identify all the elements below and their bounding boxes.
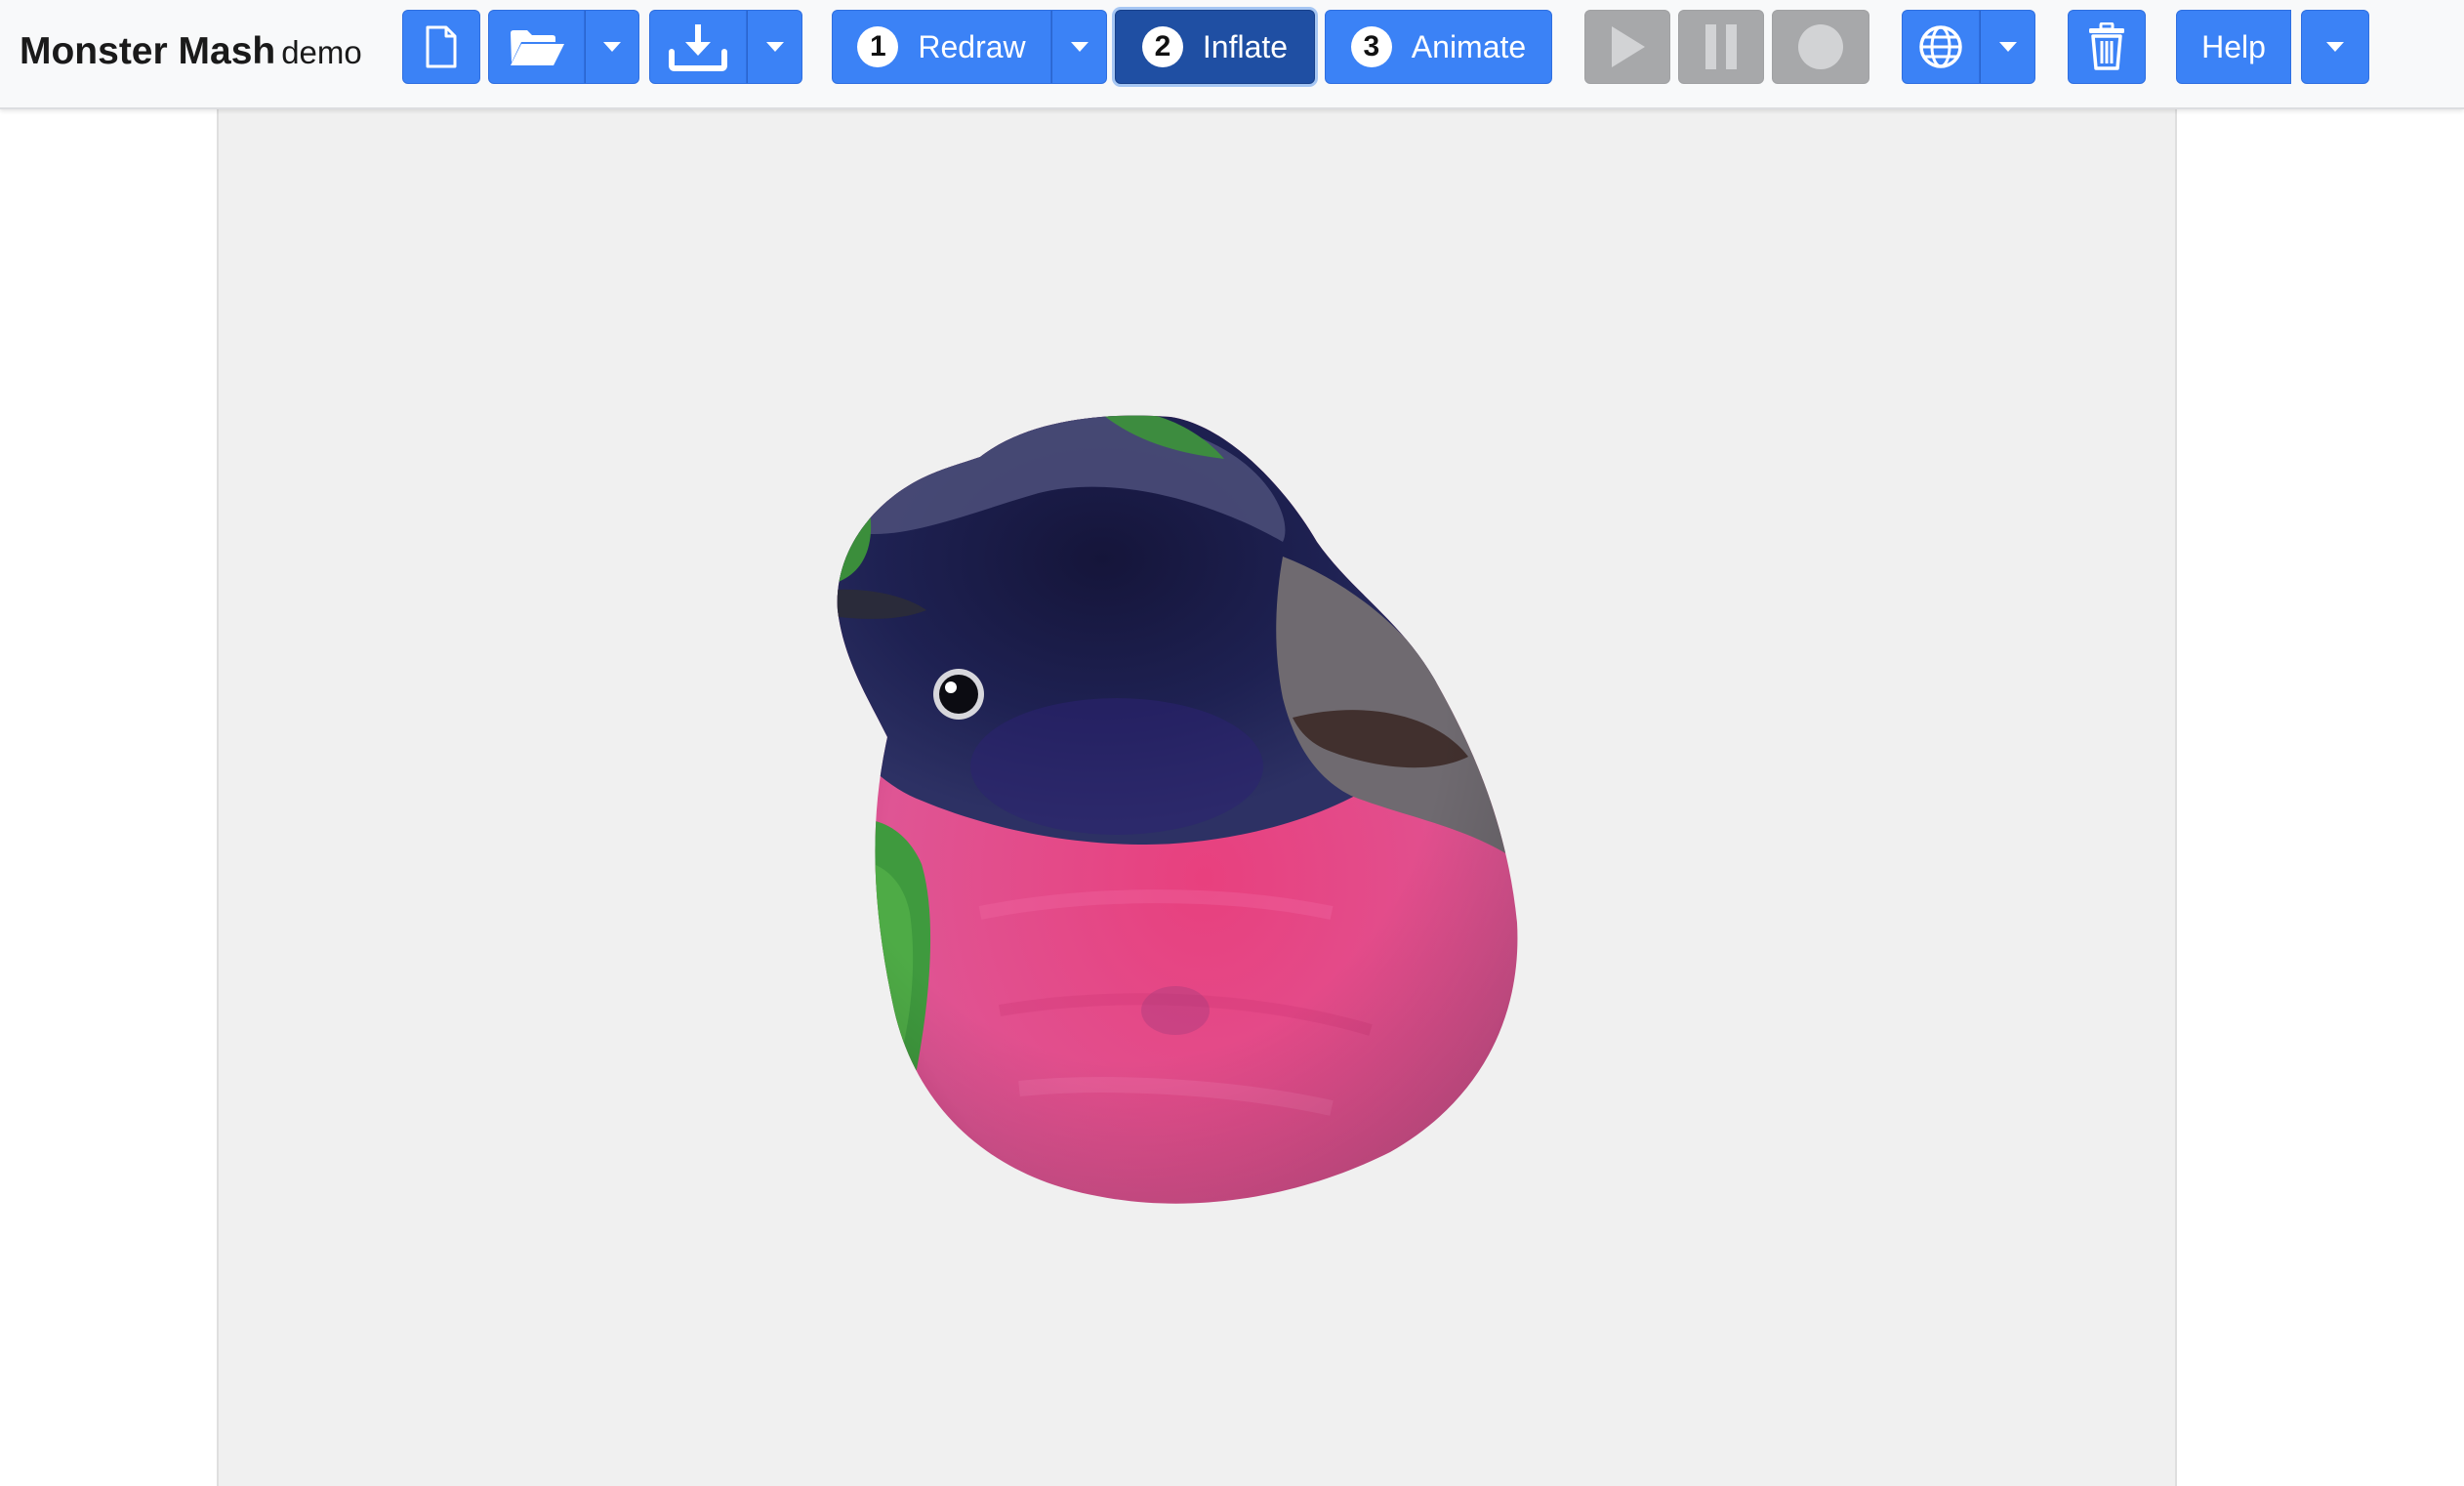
new-file-button[interactable] (402, 10, 480, 84)
globe-button[interactable] (1902, 10, 1980, 84)
help-dropdown-button[interactable] (2301, 10, 2369, 84)
open-dropdown-button[interactable] (585, 10, 639, 84)
inflated-bird-model[interactable] (824, 405, 1585, 1264)
delete-button[interactable] (2068, 10, 2146, 84)
redraw-label: Redraw (918, 28, 1026, 64)
animate-button[interactable]: 3 Animate (1325, 10, 1552, 84)
redraw-button[interactable]: 1 Redraw (832, 10, 1051, 84)
download-icon (669, 24, 727, 71)
download-dropdown-button[interactable] (747, 10, 802, 84)
record-icon (1798, 24, 1843, 69)
record-button[interactable] (1772, 10, 1869, 84)
bird-eye (933, 669, 984, 720)
pause-icon (1705, 24, 1737, 69)
step-number-badge: 1 (857, 26, 899, 67)
app-brand: Monster Mash demo (20, 25, 362, 86)
step-number-badge: 2 (1141, 26, 1183, 67)
caret-down-icon (1070, 42, 1088, 52)
caret-down-icon (765, 42, 784, 52)
3d-viewport[interactable] (217, 107, 2177, 1486)
open-button[interactable] (488, 10, 585, 84)
folder-open-icon (510, 30, 564, 65)
globe-dropdown-button[interactable] (1980, 10, 2035, 84)
app-title: Monster Mash (20, 30, 276, 72)
inflate-label: Inflate (1202, 28, 1289, 64)
play-button[interactable] (1584, 10, 1670, 84)
trash-icon (2089, 22, 2124, 70)
caret-down-icon (2326, 42, 2344, 52)
pause-button[interactable] (1678, 10, 1764, 84)
animate-label: Animate (1411, 28, 1527, 64)
help-button[interactable]: Help (2176, 10, 2291, 84)
help-label: Help (2201, 28, 2266, 64)
inflate-button[interactable]: 2 Inflate (1115, 10, 1315, 84)
caret-down-icon (603, 42, 621, 52)
download-button[interactable] (649, 10, 747, 84)
play-icon (1612, 26, 1645, 67)
app-subtitle: demo (281, 34, 362, 70)
caret-down-icon (1998, 42, 2017, 52)
redraw-dropdown-button[interactable] (1051, 10, 1107, 84)
file-icon (426, 25, 457, 68)
step-number-badge: 3 (1350, 26, 1392, 67)
toolbar: Monster Mash demo 1 Redraw 2 Inflate 3 A… (0, 0, 2464, 109)
globe-icon (1919, 25, 1962, 68)
